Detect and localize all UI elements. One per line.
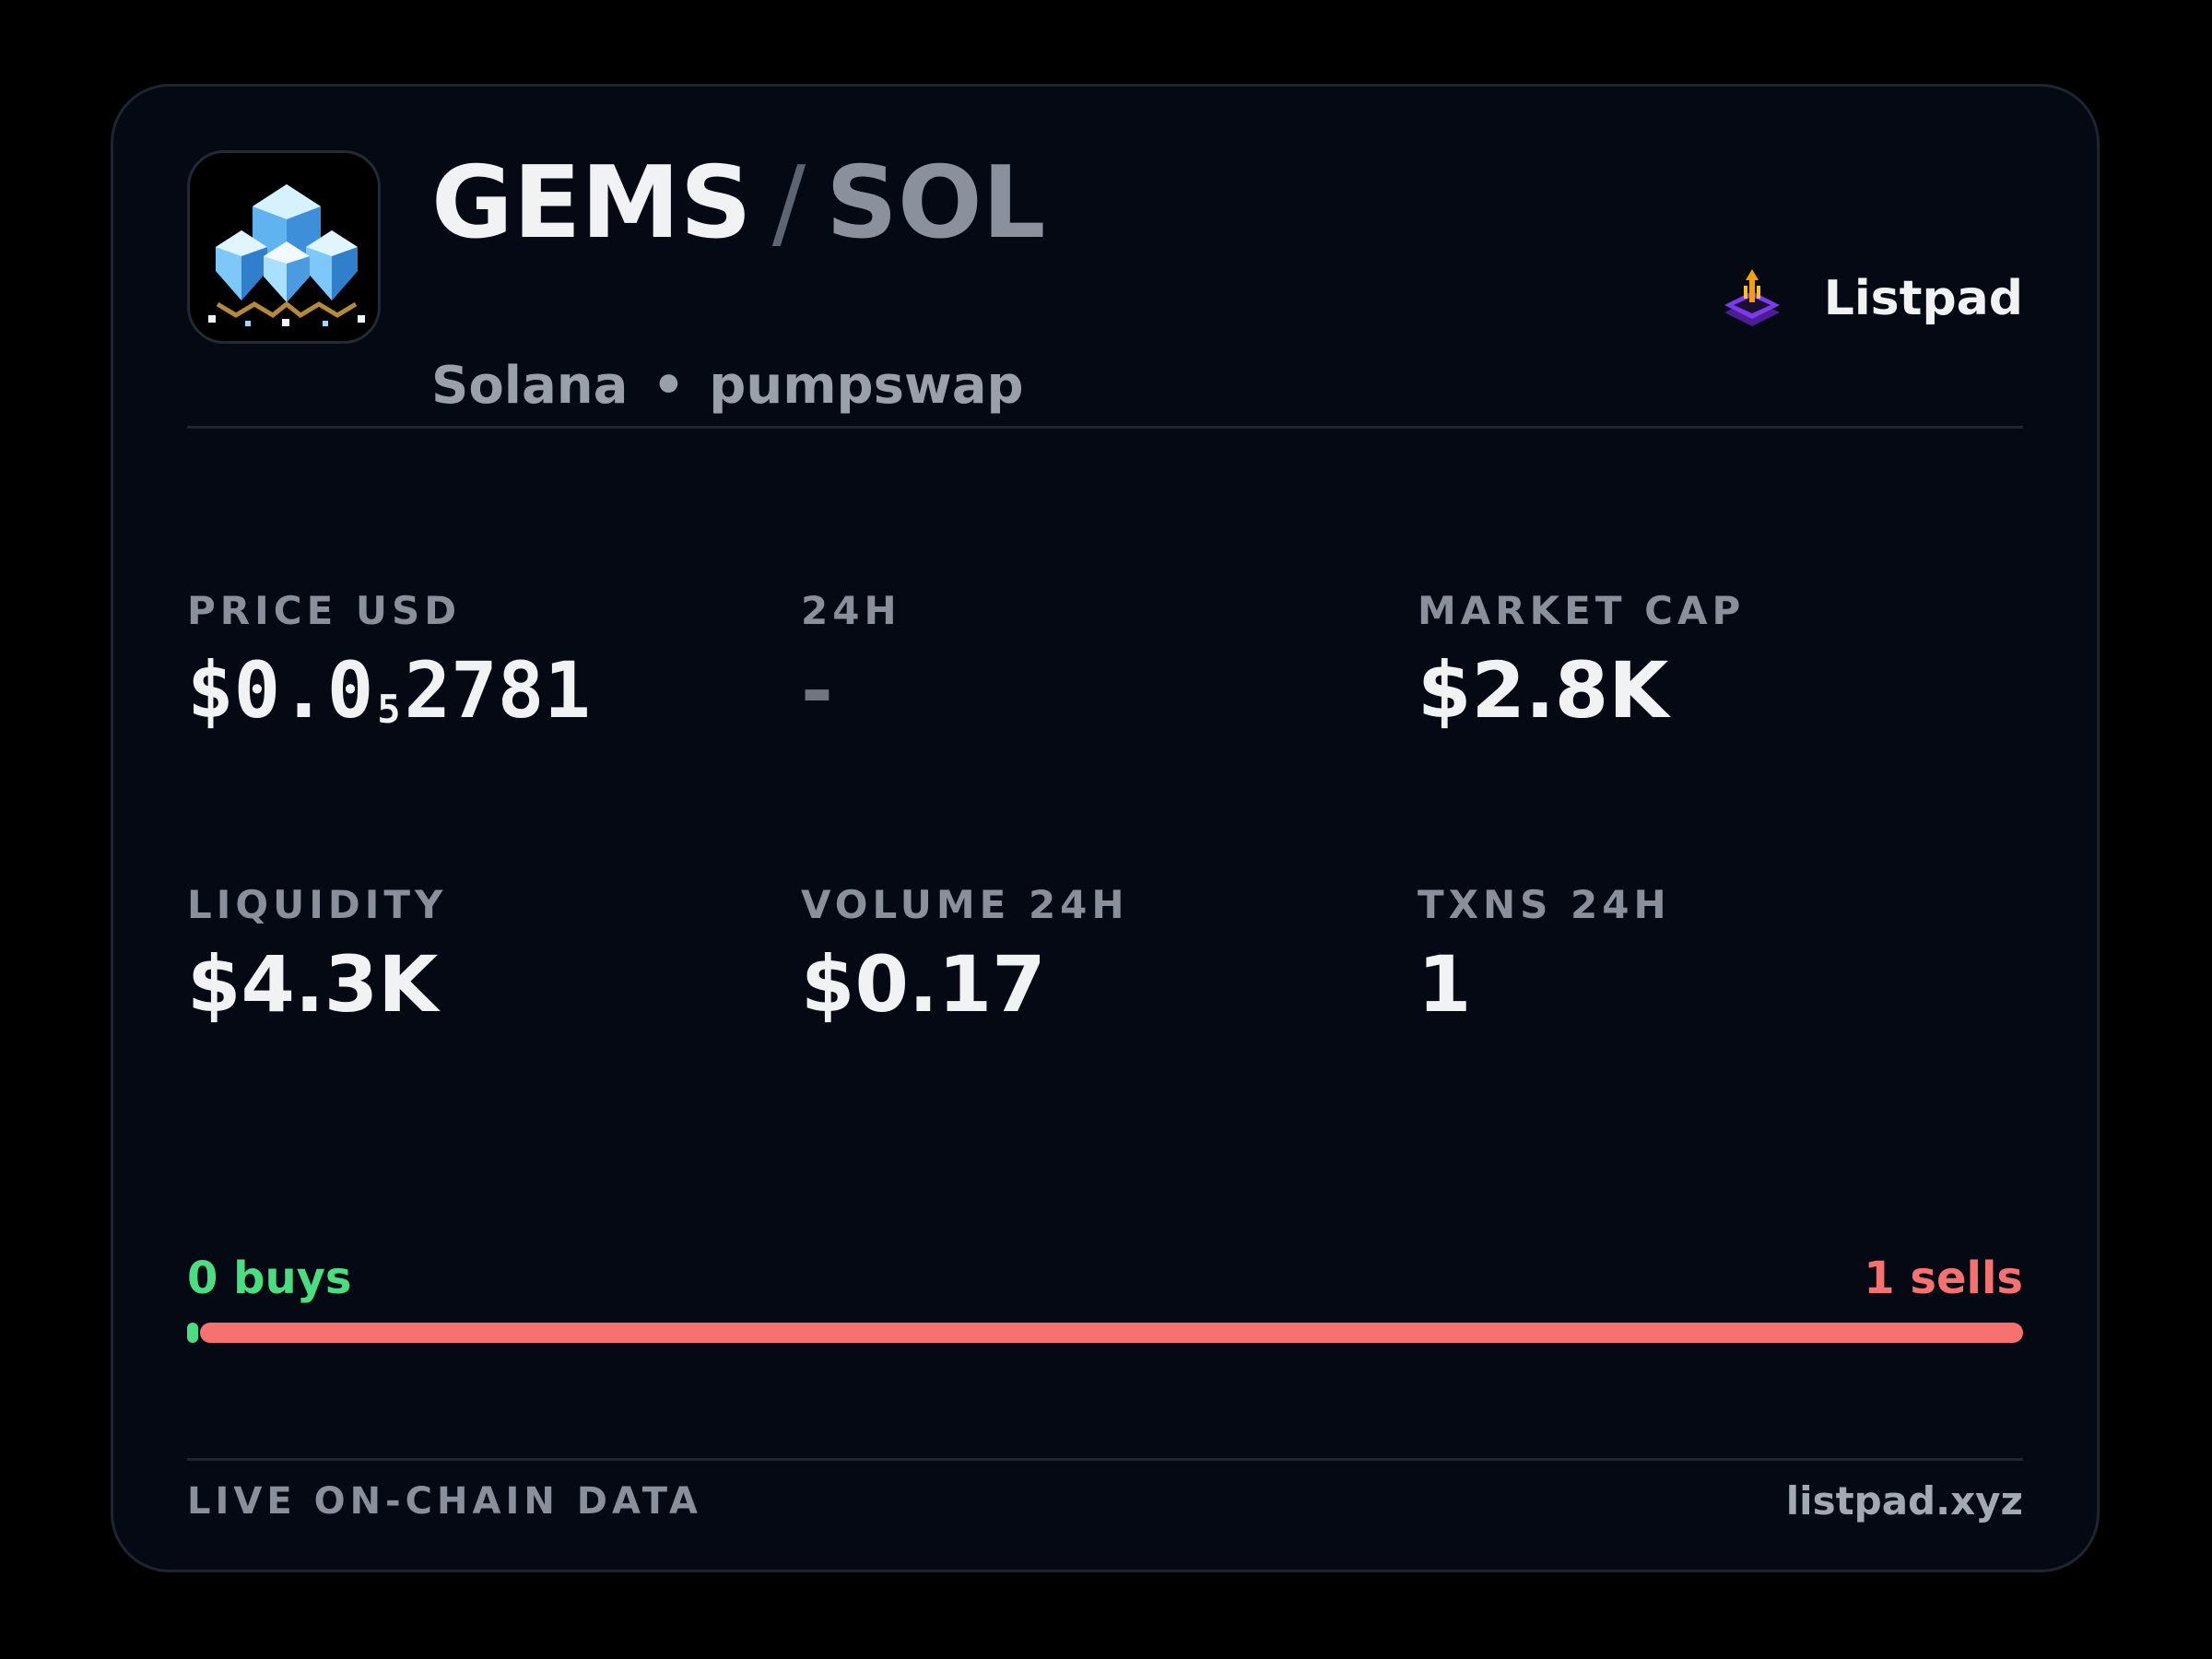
token-card: GEMS / SOL Solana • pumpswap Listpad PRICE U…: [111, 84, 2100, 1572]
brand[interactable]: Listpad: [1715, 262, 2023, 335]
diamond-gems-icon: [208, 184, 365, 326]
stat-market-cap: MARKET CAP $2.8K: [1418, 587, 1745, 736]
stat-price-usd: PRICE USD $0.052781: [187, 587, 591, 756]
token-logo: [187, 150, 381, 344]
stat-value: 1: [1418, 939, 1472, 1030]
stat-change-24h: 24H -: [801, 587, 901, 736]
pair-separator: /: [771, 146, 806, 261]
header-divider: [187, 426, 2023, 429]
footer-divider: [187, 1458, 2023, 1461]
stat-value: $2.8K: [1418, 645, 1669, 735]
stat-value: -: [801, 645, 833, 735]
stat-label: LIQUIDITY: [187, 882, 448, 927]
sells-count: 1 sells: [1864, 1253, 2023, 1304]
stat-value: $0.052781: [187, 644, 591, 756]
stat-label: MARKET CAP: [1418, 588, 1746, 633]
price-digits: 2781: [404, 645, 591, 735]
dex-name: pumpswap: [709, 356, 1024, 416]
chain-name: Solana: [431, 356, 629, 416]
price-zero-count: 5: [377, 687, 401, 732]
stat-value: $0.17: [801, 939, 1046, 1030]
token-pair-title: GEMS / SOL: [431, 144, 1046, 264]
stat-label: 24H: [801, 588, 901, 633]
stat-value: $4.3K: [187, 939, 439, 1030]
bullet-separator: •: [652, 356, 686, 416]
buys-count: 0 buys: [187, 1253, 352, 1304]
chain-dex-line: Solana • pumpswap: [431, 354, 1024, 418]
footer-caption: LIVE ON-CHAIN DATA: [187, 1480, 702, 1523]
listpad-logo-icon: [1724, 269, 1780, 326]
buy-sell-ratio-bar: [187, 1322, 2023, 1344]
stat-txns-24h: TXNS 24H 1: [1418, 881, 1671, 1030]
price-prefix: $0.0: [187, 645, 374, 735]
buy-segment: [187, 1323, 198, 1343]
stat-volume-24h: VOLUME 24H $0.17: [801, 881, 1129, 1030]
stat-label: PRICE USD: [187, 588, 462, 633]
stat-label: VOLUME 24H: [801, 882, 1129, 927]
footer-link[interactable]: listpad.xyz: [1786, 1478, 2023, 1524]
base-symbol: GEMS: [431, 146, 752, 261]
quote-symbol: SOL: [826, 146, 1046, 261]
stat-label: TXNS 24H: [1418, 882, 1671, 927]
brand-name: Listpad: [1823, 271, 2023, 326]
sell-segment: [200, 1323, 2023, 1343]
stat-liquidity: LIQUIDITY $4.3K: [187, 881, 447, 1030]
